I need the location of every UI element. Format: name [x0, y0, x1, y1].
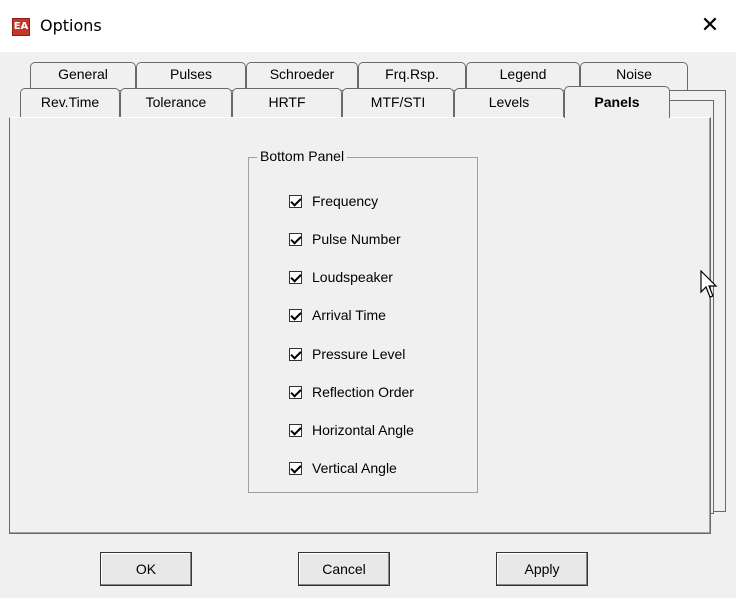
- checkbox-box[interactable]: [289, 270, 302, 284]
- checkbox-pulse-number[interactable]: Pulse Number: [289, 229, 401, 249]
- tab-rev-time[interactable]: Rev.Time: [20, 88, 120, 118]
- tab-schroeder[interactable]: Schroeder: [246, 62, 358, 90]
- checkbox-box[interactable]: [289, 461, 302, 475]
- tab-levels[interactable]: Levels: [454, 88, 564, 118]
- checkbox-box[interactable]: [289, 194, 302, 208]
- cancel-button[interactable]: Cancel: [298, 552, 390, 586]
- checkbox-box[interactable]: [289, 423, 302, 437]
- checkbox-label: Loudspeaker: [312, 269, 393, 285]
- app-logo-icon: EA: [12, 18, 30, 36]
- mouse-pointer-icon: [700, 270, 718, 298]
- tab-hrtf[interactable]: HRTF: [232, 88, 342, 118]
- checkbox-vertical-angle[interactable]: Vertical Angle: [289, 458, 397, 478]
- checkbox-reflection-order[interactable]: Reflection Order: [289, 382, 414, 402]
- group-title: Bottom Panel: [257, 148, 348, 164]
- checkbox-box[interactable]: [289, 232, 302, 246]
- checkbox-label: Reflection Order: [312, 384, 414, 400]
- title-bar: EA Options ✕: [0, 0, 736, 52]
- checkbox-label: Pulse Number: [312, 231, 401, 247]
- checkbox-label: Pressure Level: [312, 346, 406, 362]
- checkbox-loudspeaker[interactable]: Loudspeaker: [289, 267, 393, 287]
- apply-button[interactable]: Apply: [496, 552, 588, 586]
- checkbox-label: Frequency: [312, 193, 379, 209]
- tab-panels[interactable]: Panels: [564, 86, 670, 118]
- checkbox-box[interactable]: [289, 308, 302, 322]
- tab-frq-rsp[interactable]: Frq.Rsp.: [358, 62, 466, 90]
- checkbox-arrival-time[interactable]: Arrival Time: [289, 305, 386, 325]
- tab-pulses[interactable]: Pulses: [136, 62, 246, 90]
- checkbox-label: Arrival Time: [312, 307, 386, 323]
- tab-general[interactable]: General: [30, 62, 136, 90]
- checkbox-label: Horizontal Angle: [312, 422, 414, 438]
- tab-tolerance[interactable]: Tolerance: [120, 88, 232, 118]
- window-title: Options: [40, 16, 102, 35]
- tab-mtf-sti[interactable]: MTF/STI: [342, 88, 454, 118]
- checkbox-label: Vertical Angle: [312, 460, 397, 476]
- checkbox-frequency[interactable]: Frequency: [289, 191, 378, 211]
- checkbox-pressure-level[interactable]: Pressure Level: [289, 344, 405, 364]
- checkbox-horizontal-angle[interactable]: Horizontal Angle: [289, 420, 414, 440]
- tab-page-panels: Bottom Panel Frequency Pulse Number Loud…: [9, 117, 711, 534]
- checkbox-box[interactable]: [289, 347, 302, 361]
- ok-button[interactable]: OK: [100, 552, 192, 586]
- bottom-panel-group: Bottom Panel Frequency Pulse Number Loud…: [248, 148, 478, 493]
- tab-legend[interactable]: Legend: [466, 62, 580, 90]
- close-button[interactable]: ✕: [690, 10, 730, 42]
- checkbox-box[interactable]: [289, 385, 302, 399]
